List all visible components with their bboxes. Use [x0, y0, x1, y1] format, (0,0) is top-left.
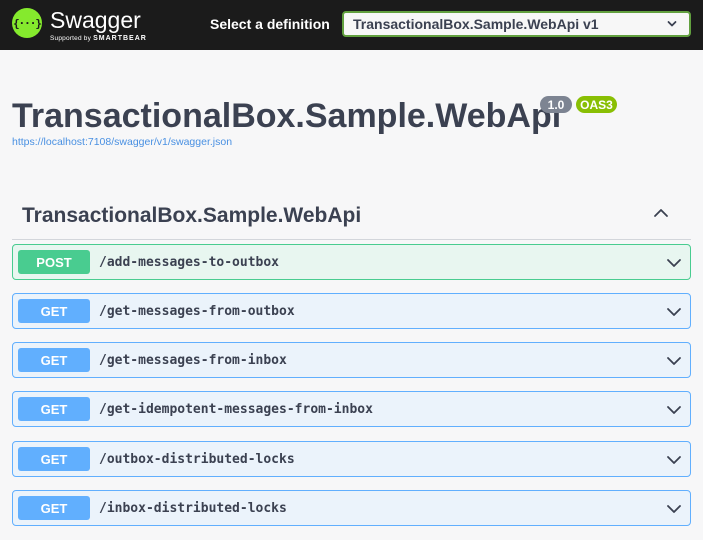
swagger-logo-icon[interactable]: {···}	[12, 8, 42, 38]
method-badge: GET	[18, 299, 90, 323]
method-badge: POST	[18, 250, 90, 274]
operation-inbox-distributed-locks[interactable]: GET /inbox-distributed-locks	[12, 490, 691, 526]
operation-add-messages-to-outbox[interactable]: POST /add-messages-to-outbox	[12, 244, 691, 280]
definition-select-value: TransactionalBox.Sample.WebApi v1	[353, 16, 599, 32]
main-content: TransactionalBox.Sample.WebApi 1.0 OAS3 …	[0, 50, 703, 540]
chevron-down-icon[interactable]	[666, 257, 682, 269]
logo-tagline-prefix: Supported by	[50, 35, 94, 42]
operation-get-idempotent-messages-from-inbox[interactable]: GET /get-idempotent-messages-from-inbox	[12, 391, 691, 427]
page-title: TransactionalBox.Sample.WebApi	[12, 97, 562, 135]
operation-get-messages-from-inbox[interactable]: GET /get-messages-from-inbox	[12, 342, 691, 378]
operation-path: /get-messages-from-outbox	[99, 304, 295, 319]
definition-select[interactable]: TransactionalBox.Sample.WebApi v1	[342, 11, 691, 37]
chevron-up-icon[interactable]	[653, 207, 669, 219]
operation-get-messages-from-outbox[interactable]: GET /get-messages-from-outbox	[12, 293, 691, 329]
operation-path: /get-idempotent-messages-from-inbox	[99, 402, 373, 417]
method-badge: GET	[18, 496, 90, 520]
tag-section-title: TransactionalBox.Sample.WebApi	[22, 204, 362, 227]
oas-badge: OAS3	[576, 96, 617, 113]
chevron-down-icon[interactable]	[666, 355, 682, 367]
chevron-down-icon[interactable]	[666, 404, 682, 416]
method-badge: GET	[18, 397, 90, 421]
chevron-down-icon[interactable]	[666, 454, 682, 466]
operation-path: /add-messages-to-outbox	[99, 255, 280, 270]
definition-select-label: Select a definition	[210, 16, 330, 32]
operation-path: /inbox-distributed-locks	[99, 501, 287, 516]
version-badge: 1.0	[540, 96, 572, 113]
curly-braces-icon: {···}	[12, 16, 42, 30]
chevron-down-icon[interactable]	[666, 503, 682, 515]
topbar: {···} Swagger Supported by SMARTBEAR Sel…	[0, 0, 703, 50]
tag-section-header[interactable]: TransactionalBox.Sample.WebApi	[12, 186, 691, 240]
spec-url-link[interactable]: https://localhost:7108/swagger/v1/swagge…	[12, 136, 232, 148]
operation-path: /outbox-distributed-locks	[99, 452, 295, 467]
chevron-down-icon	[667, 21, 677, 27]
operation-path: /get-messages-from-inbox	[99, 353, 287, 368]
operation-outbox-distributed-locks[interactable]: GET /outbox-distributed-locks	[12, 441, 691, 477]
logo-tagline-brand: SMARTBEAR	[93, 35, 147, 42]
method-badge: GET	[18, 447, 90, 471]
chevron-down-icon[interactable]	[666, 306, 682, 318]
logo-wordmark[interactable]: Swagger	[50, 7, 141, 34]
logo-tagline: Supported by SMARTBEAR	[50, 35, 147, 42]
method-badge: GET	[18, 348, 90, 372]
